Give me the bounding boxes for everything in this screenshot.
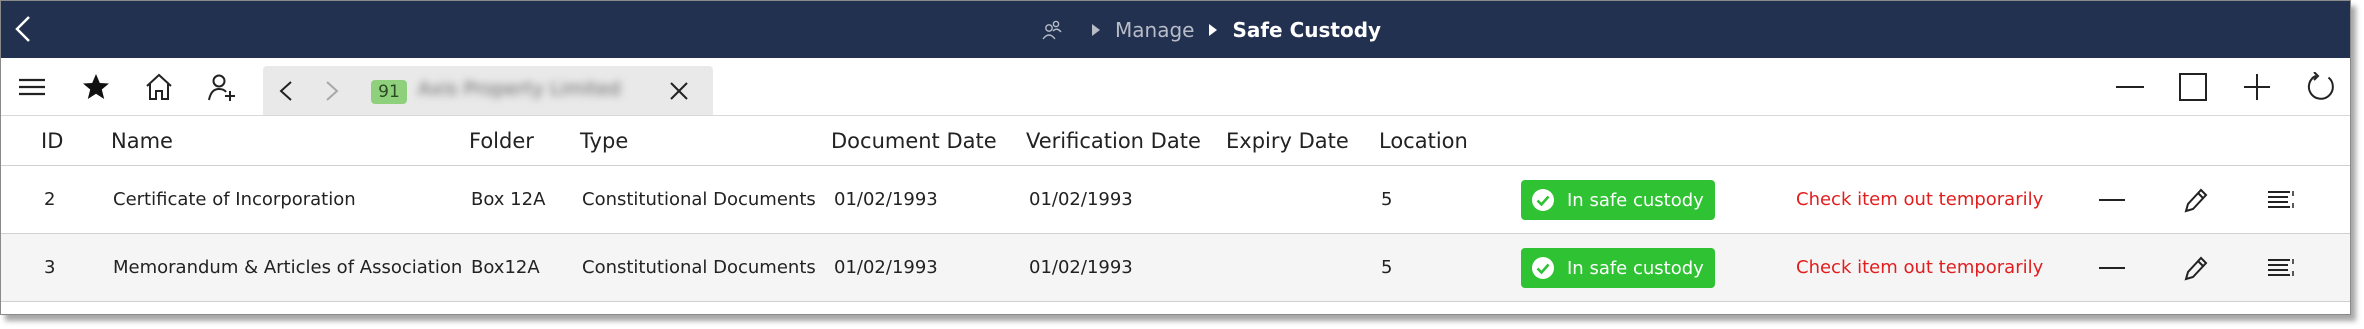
cell-id: 2 — [44, 189, 56, 210]
check-out-link[interactable]: Check item out temporarily — [1796, 189, 2043, 210]
check-circle-icon — [1532, 189, 1554, 211]
pencil-icon[interactable] — [2181, 254, 2211, 282]
cell-location: 5 — [1381, 189, 1393, 210]
table-row[interactable]: 3 Memorandum & Articles of Association B… — [1, 234, 2350, 302]
add-user-icon[interactable] — [207, 72, 237, 102]
star-icon[interactable] — [81, 72, 111, 102]
cell-verification-date: 01/02/1993 — [1029, 189, 1133, 210]
chevron-left-icon[interactable] — [11, 13, 35, 45]
check-out-link[interactable]: Check item out temporarily — [1796, 257, 2043, 278]
status-label: In safe custody — [1567, 189, 1704, 211]
col-header-expiry-date[interactable]: Expiry Date — [1226, 129, 1349, 153]
col-header-id[interactable]: ID — [41, 129, 63, 153]
table-header: ID Name Folder Type Document Date Verifi… — [1, 115, 2350, 166]
cell-name: Memorandum & Articles of Association — [113, 257, 463, 278]
col-header-location[interactable]: Location — [1379, 129, 1468, 153]
breadcrumb-manage[interactable]: Manage — [1115, 18, 1194, 42]
col-header-type[interactable]: Type — [580, 129, 628, 153]
check-circle-icon — [1532, 257, 1554, 279]
cell-id: 3 — [44, 257, 56, 278]
maximize-icon[interactable] — [2178, 72, 2208, 102]
details-list-icon[interactable] — [2266, 254, 2296, 282]
cell-name: Certificate of Incorporation — [113, 189, 356, 210]
col-header-folder[interactable]: Folder — [469, 129, 534, 153]
client-tab[interactable]: 91 Axis Property Limited — [263, 66, 713, 115]
tab-forward-icon[interactable] — [323, 80, 341, 102]
cell-document-date: 01/02/1993 — [834, 189, 938, 210]
toolbar: 91 Axis Property Limited — [1, 58, 2350, 116]
refresh-icon[interactable] — [2306, 72, 2336, 102]
home-icon[interactable] — [144, 72, 174, 102]
users-icon — [1042, 20, 1062, 39]
table-row[interactable]: 2 Certificate of Incorporation Box 12A C… — [1, 166, 2350, 234]
cell-location: 5 — [1381, 257, 1393, 278]
cell-document-date: 01/02/1993 — [834, 257, 938, 278]
caret-right-icon — [1092, 23, 1100, 36]
status-badge[interactable]: In safe custody — [1521, 180, 1715, 220]
page-title: Safe Custody — [1232, 17, 1382, 42]
client-number-badge: 91 — [371, 80, 407, 104]
status-label: In safe custody — [1567, 257, 1704, 279]
title-bar: Manage Safe Custody — [1, 1, 2350, 58]
details-list-icon[interactable] — [2266, 186, 2296, 214]
pencil-icon[interactable] — [2181, 186, 2211, 214]
col-header-verification-date[interactable]: Verification Date — [1026, 129, 1201, 153]
cell-folder: Box 12A — [471, 189, 546, 210]
app-window: Manage Safe Custody 91 Axis Property Lim… — [0, 0, 2351, 315]
close-icon[interactable] — [667, 79, 691, 103]
cell-type: Constitutional Documents — [582, 189, 816, 210]
cell-folder: Box12A — [471, 257, 540, 278]
hamburger-menu-icon[interactable] — [17, 72, 47, 102]
col-header-document-date[interactable]: Document Date — [831, 129, 997, 153]
remove-icon[interactable] — [2097, 186, 2127, 214]
client-name: Axis Property Limited — [418, 78, 621, 100]
plus-icon[interactable] — [2242, 72, 2272, 102]
remove-icon[interactable] — [2097, 254, 2127, 282]
col-header-name[interactable]: Name — [111, 129, 173, 153]
tab-back-icon[interactable] — [277, 80, 295, 102]
status-badge[interactable]: In safe custody — [1521, 248, 1715, 288]
breadcrumb: Manage Safe Custody — [1041, 1, 1381, 58]
cell-verification-date: 01/02/1993 — [1029, 257, 1133, 278]
cell-type: Constitutional Documents — [582, 257, 816, 278]
minimize-icon[interactable] — [2115, 72, 2145, 102]
caret-right-icon — [1209, 23, 1218, 36]
